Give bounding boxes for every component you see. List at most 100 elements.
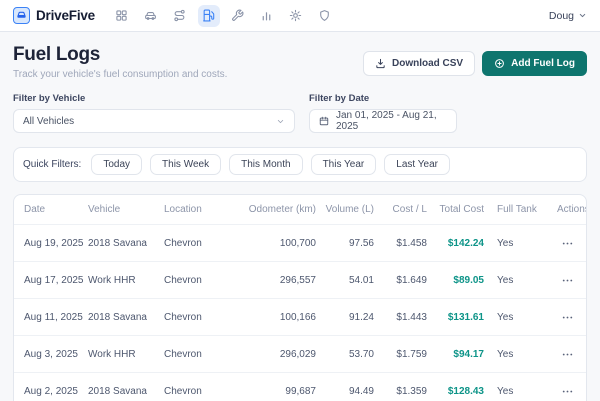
cell-total-cost: $128.43	[447, 385, 484, 397]
cell-cost-per-l: $1.359	[396, 385, 427, 397]
cell-full-tank: Yes	[497, 311, 514, 323]
filters: Filter by Vehicle All Vehicles Filter by…	[13, 93, 587, 133]
download-csv-label: Download CSV	[391, 58, 464, 69]
table-row[interactable]: Aug 2, 2025 2018 Savana Chevron 99,687 9…	[14, 373, 586, 401]
cell-full-tank: Yes	[497, 348, 514, 360]
chevron-down-icon	[578, 11, 587, 20]
row-actions-ellipsis-button[interactable]	[561, 272, 574, 288]
cell-cost-per-l: $1.649	[396, 274, 427, 286]
app-logo-car-icon	[13, 7, 30, 24]
table-row[interactable]: Aug 11, 2025 2018 Savana Chevron 100,166…	[14, 299, 586, 336]
col-location: Location	[164, 204, 202, 215]
nav-reports bar-chart-icon[interactable]	[256, 5, 278, 27]
cell-vehicle: Work HHR	[88, 348, 136, 360]
cell-location: Chevron	[164, 385, 202, 397]
calendar-icon	[319, 116, 329, 126]
cell-total-cost: $142.24	[447, 237, 484, 249]
row-actions-ellipsis-button[interactable]	[561, 235, 574, 251]
col-total-cost: Total Cost	[439, 204, 484, 215]
cell-odometer: 100,700	[279, 237, 316, 249]
top-bar: DriveFive Doug	[0, 0, 600, 32]
cell-cost-per-l: $1.759	[396, 348, 427, 360]
quick-filter-today[interactable]: Today	[91, 154, 143, 175]
cell-location: Chevron	[164, 348, 202, 360]
cell-total-cost: $89.05	[453, 274, 484, 286]
vehicle-filter-label: Filter by Vehicle	[13, 93, 86, 104]
cell-odometer: 296,029	[279, 348, 316, 360]
cell-full-tank: Yes	[497, 274, 514, 286]
cell-odometer: 296,557	[279, 274, 316, 286]
plus-circle-icon	[494, 58, 505, 69]
row-actions-ellipsis-button[interactable]	[561, 346, 574, 362]
cell-odometer: 100,166	[279, 311, 316, 323]
main-content: Fuel Logs Track your vehicle's fuel cons…	[0, 32, 600, 401]
cell-total-cost: $94.17	[453, 348, 484, 360]
cell-volume: 54.01	[348, 274, 374, 286]
cell-vehicle: 2018 Savana	[88, 385, 147, 397]
cell-volume: 94.49	[348, 385, 374, 397]
col-full-tank: Full Tank	[497, 204, 537, 215]
cell-date: Aug 2, 2025	[24, 385, 78, 397]
row-actions-ellipsis-button[interactable]	[561, 309, 574, 325]
cell-vehicle: 2018 Savana	[88, 237, 147, 249]
page-header: Fuel Logs Track your vehicle's fuel cons…	[13, 44, 587, 80]
download-csv-button[interactable]: Download CSV	[362, 51, 476, 76]
download-icon	[375, 58, 386, 69]
date-range-value: Jan 01, 2025 - Aug 21, 2025	[336, 110, 437, 132]
fuel-table-body: Aug 19, 2025 2018 Savana Chevron 100,700…	[14, 225, 586, 401]
cell-total-cost: $131.61	[447, 311, 484, 323]
app-name: DriveFive	[36, 8, 95, 23]
cell-full-tank: Yes	[497, 385, 514, 397]
chevron-down-icon	[276, 117, 285, 126]
nav-dashboard grid-icon[interactable]	[111, 5, 133, 27]
date-filter-label: Filter by Date	[309, 93, 370, 104]
nav-maintenance wrench-icon[interactable]	[227, 5, 249, 27]
nav-fuel-logs fuel-pump-icon[interactable]	[197, 4, 220, 27]
vehicle-filter-value: All Vehicles	[23, 115, 75, 127]
user-menu[interactable]: Doug	[549, 10, 587, 22]
cell-vehicle: 2018 Savana	[88, 311, 147, 323]
quick-filters-label: Quick Filters:	[23, 159, 82, 170]
brand[interactable]: DriveFive	[13, 7, 95, 24]
add-fuel-log-label: Add Fuel Log	[511, 58, 575, 69]
col-actions: Actions	[557, 204, 587, 215]
cell-cost-per-l: $1.443	[396, 311, 427, 323]
cell-full-tank: Yes	[497, 237, 514, 249]
cell-location: Chevron	[164, 274, 202, 286]
cell-date: Aug 3, 2025	[24, 348, 78, 360]
table-row[interactable]: Aug 19, 2025 2018 Savana Chevron 100,700…	[14, 225, 586, 262]
nav-trips route-icon[interactable]	[169, 5, 191, 27]
vehicle-filter-select[interactable]: All Vehicles	[13, 109, 295, 133]
cell-vehicle: Work HHR	[88, 274, 136, 286]
col-date: Date	[24, 204, 46, 215]
user-name: Doug	[548, 9, 574, 22]
col-vehicle: Vehicle	[88, 204, 121, 215]
fuel-logs-table: Date Vehicle Location Odometer (km) Volu…	[13, 194, 587, 401]
page-subtitle: Track your vehicle's fuel consumption an…	[13, 69, 228, 80]
col-volume: Volume (L)	[325, 204, 374, 215]
col-odometer: Odometer (km)	[248, 204, 316, 215]
add-fuel-log-button[interactable]: Add Fuel Log	[482, 51, 587, 76]
nav-security shield-icon[interactable]	[314, 5, 336, 27]
table-row[interactable]: Aug 17, 2025 Work HHR Chevron 296,557 54…	[14, 262, 586, 299]
date-range-input[interactable]: Jan 01, 2025 - Aug 21, 2025	[309, 109, 457, 133]
quick-filter-this-year[interactable]: This Year	[310, 154, 377, 175]
nav-vehicles car-icon[interactable]	[140, 5, 162, 27]
quick-filter-this-week[interactable]: This Week	[150, 154, 222, 175]
quick-filter-this-month[interactable]: This Month	[229, 154, 303, 175]
nav-settings gear-icon[interactable]	[285, 5, 307, 27]
vehicle-filter-group: Filter by Vehicle All Vehicles	[13, 93, 295, 133]
cell-volume: 91.24	[348, 311, 374, 323]
cell-volume: 97.56	[348, 237, 374, 249]
date-filter-group: Filter by Date Jan 01, 2025 - Aug 21, 20…	[309, 93, 457, 133]
row-actions-ellipsis-button[interactable]	[561, 383, 574, 399]
quick-filter-last-year[interactable]: Last Year	[384, 154, 450, 175]
cell-location: Chevron	[164, 237, 202, 249]
table-row[interactable]: Aug 3, 2025 Work HHR Chevron 296,029 53.…	[14, 336, 586, 373]
cell-date: Aug 11, 2025	[24, 311, 83, 323]
cell-date: Aug 17, 2025	[24, 274, 84, 286]
cell-location: Chevron	[164, 311, 202, 323]
page-title: Fuel Logs	[13, 44, 101, 65]
quick-filters-card: Quick Filters: Today This Week This Mont…	[13, 147, 587, 182]
col-cost-per-l: Cost / L	[392, 204, 427, 215]
